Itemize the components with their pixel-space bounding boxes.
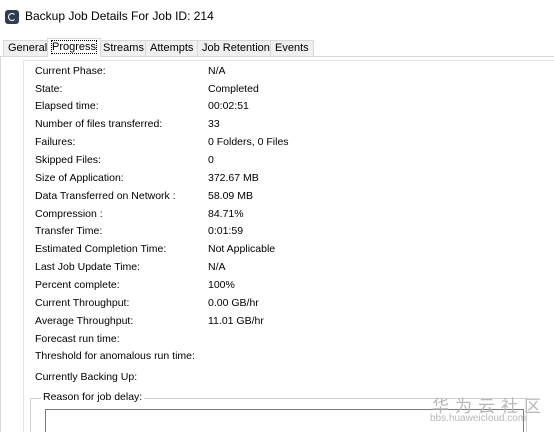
tab-general-label: General xyxy=(8,42,48,54)
failures-label: Failures: xyxy=(35,136,76,148)
failures-value: 0 Folders, 0 Files xyxy=(208,136,289,148)
data-transferred-value: 58.09 MB xyxy=(208,190,253,202)
tab-general[interactable]: General xyxy=(3,40,53,56)
skipped-files-value: 0 xyxy=(208,154,214,166)
tab-attempts[interactable]: Attempts xyxy=(145,40,199,56)
current-throughput-value: 0.00 GB/hr xyxy=(208,297,259,309)
data-transferred-label: Data Transferred on Network : xyxy=(35,190,176,202)
tab-events[interactable]: Events xyxy=(270,40,314,56)
app-logo-icon xyxy=(5,10,19,24)
reason-for-delay-label: Reason for job delay: xyxy=(41,391,145,403)
current-phase-label: Current Phase: xyxy=(35,65,106,77)
tab-streams[interactable]: Streams xyxy=(98,40,149,56)
anomalous-threshold-label: Threshold for anomalous run time: xyxy=(35,350,195,362)
estimated-completion-label: Estimated Completion Time: xyxy=(35,243,167,255)
title-bar: Backup Job Details For Job ID: 214 xyxy=(0,0,554,34)
tab-streams-label: Streams xyxy=(103,42,144,54)
tab-strip: General Progress Streams Attempts Job Re… xyxy=(0,38,554,57)
transfer-time-value: 0:01:59 xyxy=(208,225,244,237)
watermark-url: bbs.huaweicloud.com xyxy=(430,413,527,424)
estimated-completion-value: Not Applicable xyxy=(208,243,276,255)
size-of-application-label: Size of Application: xyxy=(35,172,124,184)
tab-progress[interactable]: Progress xyxy=(47,38,102,57)
average-throughput-label: Average Throughput: xyxy=(35,315,134,327)
current-phase-value: N/A xyxy=(208,65,226,77)
tab-job-retention[interactable]: Job Retention xyxy=(197,40,275,56)
compression-value: 84.71% xyxy=(208,208,244,220)
window-title: Backup Job Details For Job ID: 214 xyxy=(25,9,214,23)
percent-complete-value: 100% xyxy=(208,279,235,291)
forecast-run-time-label: Forecast run time: xyxy=(35,333,120,345)
files-transferred-value: 33 xyxy=(208,118,220,130)
state-label: State: xyxy=(35,83,63,95)
backup-job-details-window: Backup Job Details For Job ID: 214 Gener… xyxy=(0,0,554,432)
state-value: Completed xyxy=(208,83,259,95)
size-of-application-value: 372.67 MB xyxy=(208,172,259,184)
currently-backing-up-label: Currently Backing Up: xyxy=(35,371,138,383)
tab-events-label: Events xyxy=(275,42,309,54)
transfer-time-label: Transfer Time: xyxy=(35,225,103,237)
average-throughput-value: 11.01 GB/hr xyxy=(208,315,264,327)
tab-progress-label: Progress xyxy=(50,40,98,54)
tab-attempts-label: Attempts xyxy=(150,42,194,54)
files-transferred-label: Number of files transferred: xyxy=(35,118,163,130)
tab-job-retention-label: Job Retention xyxy=(202,42,270,54)
skipped-files-label: Skipped Files: xyxy=(35,154,101,166)
current-throughput-label: Current Throughput: xyxy=(35,297,130,309)
compression-label: Compression : xyxy=(35,208,103,220)
percent-complete-label: Percent complete: xyxy=(35,279,120,291)
elapsed-time-value: 00:02:51 xyxy=(208,100,249,112)
elapsed-time-label: Elapsed time: xyxy=(35,100,99,112)
last-job-update-value: N/A xyxy=(208,261,226,273)
last-job-update-label: Last Job Update Time: xyxy=(35,261,141,273)
